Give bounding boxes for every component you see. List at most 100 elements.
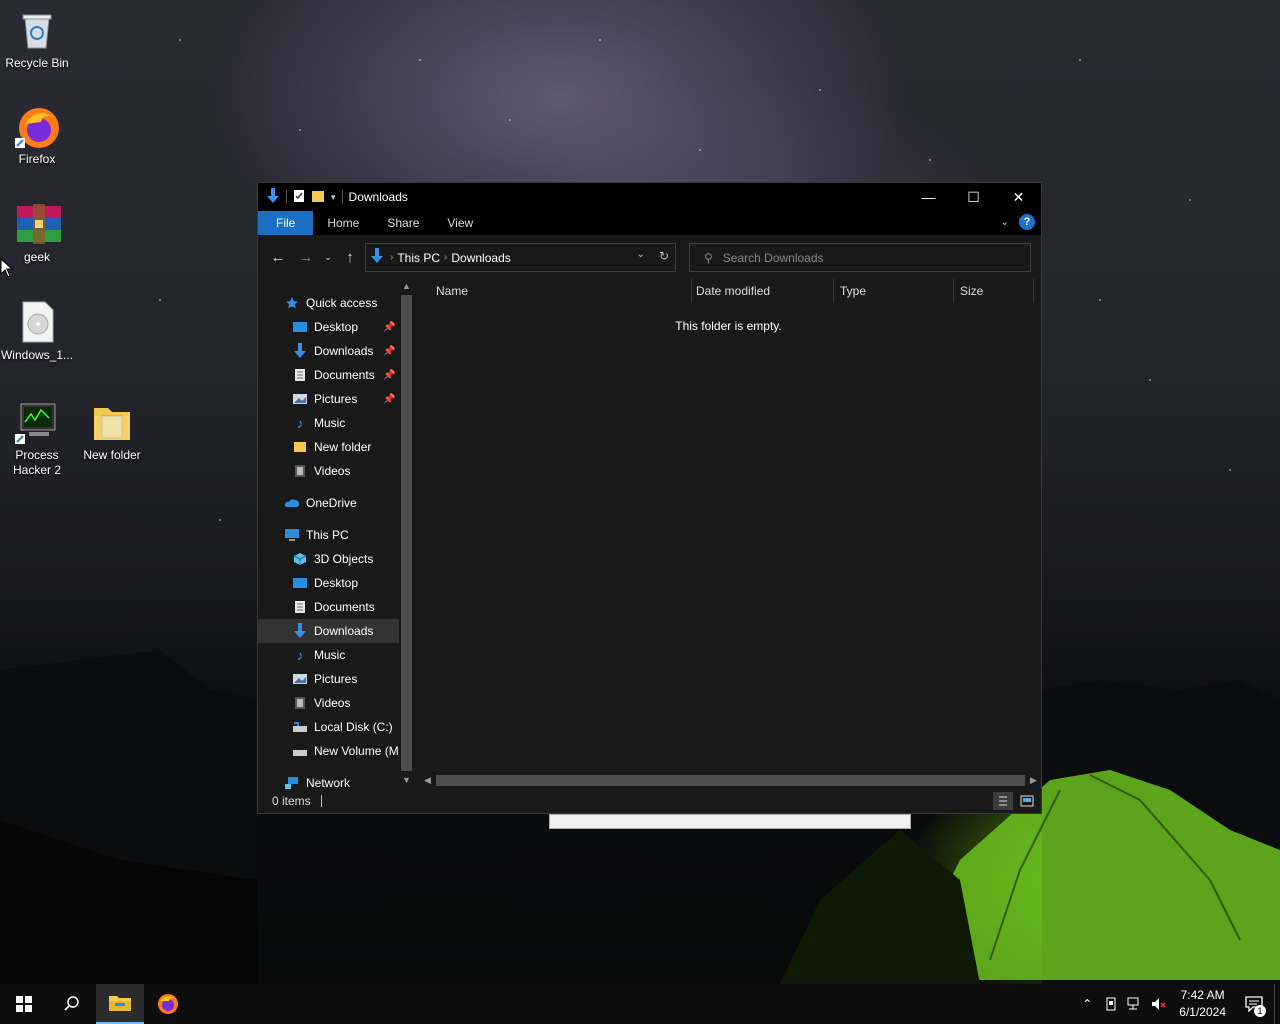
minimize-button[interactable]: — [906, 183, 951, 211]
nav-item-videos[interactable]: Videos [258, 459, 414, 483]
details-view-icon[interactable] [993, 792, 1013, 810]
device-icon[interactable] [1099, 984, 1123, 1024]
desktop-icon-recycle-bin[interactable]: Recycle Bin [0, 8, 74, 71]
nav-item-new-folder[interactable]: New folder [258, 435, 414, 459]
nav-item-local-disk[interactable]: Local Disk (C:) [258, 715, 414, 739]
scrollbar-thumb[interactable] [436, 775, 1025, 786]
desktop-icon-new-folder[interactable]: New folder [75, 400, 149, 463]
help-icon[interactable]: ? [1019, 214, 1035, 230]
pictures-icon [292, 391, 308, 407]
recent-locations-icon[interactable]: ⌄ [320, 252, 336, 263]
nav-item-desktop-pc[interactable]: Desktop [258, 571, 414, 595]
customize-toolbar-icon[interactable]: ▾ [331, 192, 336, 203]
folder-icon [292, 439, 308, 455]
downloads-arrow-icon [266, 187, 280, 207]
up-arrow-icon[interactable]: ↑ [336, 249, 364, 266]
large-icons-view-icon[interactable] [1017, 792, 1037, 810]
pin-icon[interactable]: 📌 [383, 322, 395, 333]
pin-icon[interactable]: 📌 [383, 370, 395, 381]
desktop-icon-geek[interactable]: geek [0, 202, 74, 265]
documents-icon [292, 367, 308, 383]
column-size[interactable]: Size [954, 279, 1034, 303]
desktop-icon-label: Windows_1... [0, 348, 74, 362]
action-center-button[interactable]: 1 [1234, 984, 1274, 1024]
desktop-icon-firefox[interactable]: Firefox [0, 104, 74, 167]
chevron-right-icon[interactable]: › [444, 252, 447, 263]
taskbar-file-explorer[interactable] [96, 984, 144, 1024]
tab-view[interactable]: View [433, 211, 487, 235]
nav-item-3d-objects[interactable]: 3D Objects [258, 547, 414, 571]
network-status-icon[interactable] [1123, 984, 1147, 1024]
column-type[interactable]: Type [834, 279, 954, 303]
nav-this-pc[interactable]: This PC [258, 523, 414, 547]
breadcrumb-downloads[interactable]: Downloads [451, 251, 510, 265]
folder-icon [90, 400, 134, 444]
maximize-button[interactable]: ☐ [951, 183, 996, 211]
nav-item-desktop[interactable]: Desktop 📌 [258, 315, 414, 339]
search-icon: ⚲ [704, 250, 713, 265]
nav-item-pictures[interactable]: Pictures 📌 [258, 387, 414, 411]
content-area: Quick access Desktop 📌 Downloads 📌 Docum… [258, 279, 1041, 791]
nav-item-documents-pc[interactable]: Documents [258, 595, 414, 619]
downloads-arrow-icon [370, 248, 384, 267]
scroll-left-icon[interactable]: ◀ [424, 773, 431, 788]
pin-icon[interactable]: 📌 [383, 394, 395, 405]
scroll-down-icon[interactable]: ▼ [399, 775, 414, 785]
desktop-icon-process-hacker[interactable]: Process Hacker 2 [0, 400, 74, 478]
nav-item-documents[interactable]: Documents 📌 [258, 363, 414, 387]
breadcrumb-this-pc[interactable]: This PC [397, 251, 440, 265]
nav-item-music[interactable]: ♪ Music [258, 411, 414, 435]
nav-item-pictures-pc[interactable]: Pictures [258, 667, 414, 691]
nav-item-music-pc[interactable]: ♪ Music [258, 643, 414, 667]
nav-item-downloads-pc[interactable]: Downloads [258, 619, 414, 643]
horizontal-scrollbar[interactable]: ◀ ▶ [424, 773, 1041, 788]
clock[interactable]: 7:42 AM 6/1/2024 [1171, 987, 1234, 1021]
search-button[interactable] [48, 984, 96, 1024]
nav-item-videos-pc[interactable]: Videos [258, 691, 414, 715]
properties-icon[interactable] [293, 189, 305, 206]
pin-icon[interactable]: 📌 [383, 346, 395, 357]
nav-onedrive[interactable]: OneDrive [258, 491, 414, 515]
expand-ribbon-icon[interactable]: ⌄ [1001, 217, 1009, 228]
back-arrow-icon[interactable]: ← [264, 249, 292, 266]
cloud-icon [284, 495, 300, 511]
show-desktop-button[interactable] [1274, 984, 1280, 1024]
scroll-right-icon[interactable]: ▶ [1030, 773, 1037, 788]
new-folder-icon[interactable] [311, 189, 325, 206]
separator [286, 190, 287, 204]
nav-item-downloads[interactable]: Downloads 📌 [258, 339, 414, 363]
nav-label: OneDrive [306, 496, 357, 510]
title-bar[interactable]: ▾ Downloads — ☐ ✕ [258, 183, 1041, 211]
forward-arrow-icon[interactable]: → [292, 249, 320, 266]
tab-share[interactable]: Share [373, 211, 433, 235]
nav-label: Videos [314, 464, 351, 478]
search-input[interactable]: ⚲ Search Downloads [689, 243, 1031, 272]
volume-muted-icon[interactable] [1147, 984, 1171, 1024]
nav-quick-access[interactable]: Quick access [258, 291, 414, 315]
column-name[interactable]: Name [430, 279, 692, 303]
nav-network[interactable]: Network [258, 771, 414, 791]
file-explorer-window: ▾ Downloads — ☐ ✕ File Home Share View ⌄… [257, 182, 1042, 814]
address-bar[interactable]: › This PC › Downloads ⌄ ↻ [365, 243, 676, 272]
scrollbar-thumb[interactable] [401, 295, 412, 771]
search-placeholder: Search Downloads [722, 250, 824, 265]
chevron-down-icon[interactable]: ⌄ [637, 249, 645, 263]
start-button[interactable] [0, 984, 48, 1024]
nav-scrollbar[interactable]: ▲ ▼ [399, 279, 414, 791]
tab-home[interactable]: Home [313, 211, 373, 235]
file-list-pane: Name Date modified Type Size This folder… [416, 279, 1041, 791]
nav-item-new-volume[interactable]: New Volume (M [258, 739, 414, 763]
item-count: 0 items [272, 794, 311, 808]
chevron-up-icon[interactable]: ⌃ [1075, 984, 1099, 1024]
tab-file[interactable]: File [258, 211, 314, 235]
chevron-right-icon[interactable]: › [390, 252, 393, 263]
nav-label: Desktop [314, 576, 359, 590]
nav-label: New folder [314, 440, 372, 454]
desktop-icon-windows-iso[interactable]: Windows_1... [0, 300, 74, 363]
column-date-modified[interactable]: Date modified [690, 279, 834, 303]
taskbar-firefox[interactable] [144, 984, 192, 1024]
scroll-up-icon[interactable]: ▲ [399, 281, 414, 291]
drive-icon [292, 719, 308, 735]
refresh-icon[interactable]: ↻ [659, 249, 669, 263]
close-button[interactable]: ✕ [996, 183, 1041, 211]
